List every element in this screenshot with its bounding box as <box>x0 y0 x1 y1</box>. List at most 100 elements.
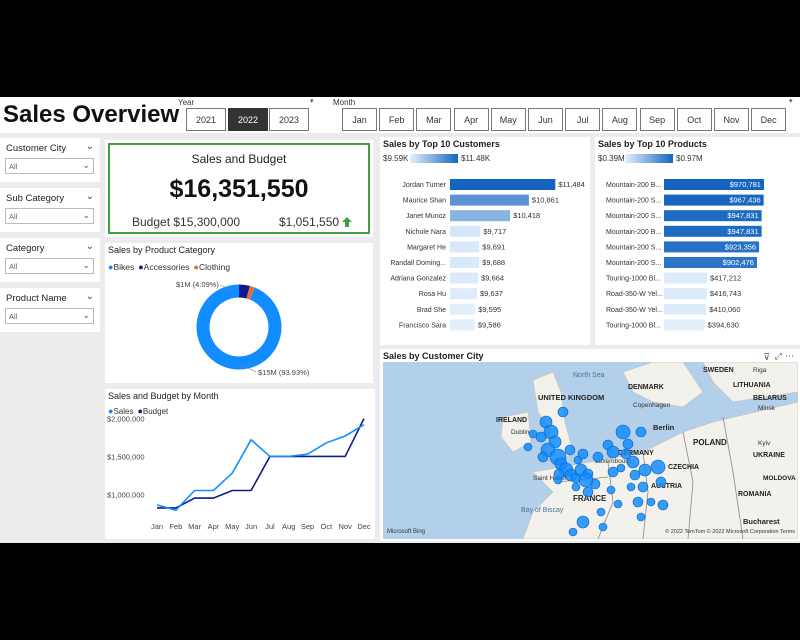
bar[interactable] <box>450 319 475 331</box>
donut-slice-clothing[interactable] <box>246 285 255 300</box>
month-button-dec[interactable]: Dec <box>751 108 787 131</box>
map-bubble[interactable] <box>557 406 569 418</box>
month-button-may[interactable]: May <box>490 108 526 131</box>
map-bubble[interactable] <box>606 445 620 459</box>
bar[interactable] <box>450 288 478 300</box>
filter-product-name: Product Name ⌄ All ⌄ <box>0 288 100 332</box>
map-bubble[interactable] <box>646 497 656 507</box>
bubble-map[interactable]: North Sea UNITED KINGDOM IRELAND Dublin Cope… <box>383 362 798 539</box>
map-bubble[interactable] <box>577 448 589 460</box>
map-bubble[interactable] <box>596 507 606 517</box>
month-button-feb[interactable]: Feb <box>379 108 415 131</box>
map-bubble[interactable] <box>592 451 604 463</box>
bar-category-label: Mountain-200 S... <box>606 244 661 251</box>
chevron-down-icon[interactable]: ⌄ <box>86 291 94 302</box>
map-bubble[interactable] <box>528 429 538 439</box>
map-bubble[interactable] <box>613 499 623 509</box>
month-button-nov[interactable]: Nov <box>714 108 749 131</box>
filter-title: Product Name <box>6 293 67 304</box>
chevron-down-icon[interactable]: ▾ <box>789 97 793 105</box>
map-bubble[interactable] <box>657 499 669 511</box>
bar[interactable] <box>664 272 707 284</box>
month-button-jan[interactable]: Jan <box>342 108 377 131</box>
donut-slice-accessories[interactable] <box>238 284 250 299</box>
map-bubble[interactable] <box>576 515 590 529</box>
bar-category-label: Mountain-200 S... <box>606 198 661 205</box>
x-tick-label: Jan <box>151 522 163 531</box>
year-button-2021[interactable]: 2021 <box>186 108 226 131</box>
year-button-2022[interactable]: 2022 <box>228 108 268 131</box>
map-bubble[interactable] <box>638 463 652 477</box>
map-bubble[interactable] <box>553 468 565 480</box>
filter-category: Category ⌄ All ⌄ <box>0 238 100 282</box>
map-bubble[interactable] <box>578 472 594 488</box>
bar-value-label: $9,717 <box>483 227 506 236</box>
map-bubble[interactable] <box>598 522 608 532</box>
filter-dropdown[interactable]: All ⌄ <box>5 208 94 224</box>
chevron-down-icon[interactable]: ▾ <box>310 97 314 105</box>
more-options-icon[interactable]: ⋯ <box>785 351 794 362</box>
year-button-2023[interactable]: 2023 <box>269 108 309 131</box>
map-bubble[interactable] <box>636 512 646 522</box>
map-bubble[interactable] <box>632 496 644 508</box>
line-series-sales[interactable] <box>156 423 365 512</box>
map-bubble[interactable] <box>622 438 634 450</box>
map-bubble[interactable] <box>535 431 547 443</box>
map-label: MOLDOVA <box>763 475 796 482</box>
focus-mode-icon[interactable]: ⤢ <box>775 351 782 362</box>
filter-dropdown[interactable]: All ⌄ <box>5 308 94 324</box>
map-bubble[interactable] <box>568 527 578 537</box>
bar[interactable] <box>664 303 707 315</box>
month-button-oct[interactable]: Oct <box>676 108 712 131</box>
top-products-bar-chart[interactable]: $0.39M $0.97M Mountain-200 B... $970,781 Mou… <box>595 137 800 345</box>
bar[interactable] <box>450 194 529 206</box>
map-bubble[interactable] <box>626 482 636 492</box>
chevron-down-icon[interactable]: ⌄ <box>86 241 94 252</box>
month-button-apr[interactable]: Apr <box>453 108 489 131</box>
donut-chart[interactable]: $1M (4.09%) $15M (93.93%) <box>105 243 373 383</box>
line-chart[interactable]: $2,000,000 $1,500,000 $1,000,000 Jan Feb Mar A… <box>105 389 375 539</box>
bar[interactable] <box>450 179 556 190</box>
chevron-down-icon[interactable]: ⌄ <box>86 141 94 152</box>
bar[interactable] <box>664 319 705 331</box>
map-bubble[interactable] <box>537 451 549 463</box>
top-customers-bar-chart[interactable]: $9.59K $11.48K Jordan Turner $11,484 Maurice… <box>380 137 590 345</box>
map-bubble[interactable] <box>615 424 631 440</box>
map-bubble[interactable] <box>564 444 576 456</box>
filter-dropdown[interactable]: All ⌄ <box>5 158 94 174</box>
donut-slice-bikes[interactable] <box>196 284 282 370</box>
month-button-mar[interactable]: Mar <box>416 108 452 131</box>
map-bubble[interactable] <box>655 476 667 488</box>
bar-value-label: $9,664 <box>481 274 504 283</box>
month-button-jun[interactable]: Jun <box>528 108 563 131</box>
bar[interactable] <box>450 225 481 237</box>
map-bubble[interactable] <box>607 466 619 478</box>
bar-category-label: Mountain-200 S... <box>606 260 661 267</box>
map-bubble[interactable] <box>571 482 581 492</box>
bar-value-label: $947,831 <box>727 227 758 236</box>
map-attribution[interactable]: © 2022 TomTom © 2022 Microsoft Corporati… <box>665 528 795 535</box>
product-category-card: Sales by Product Category ●Bikes ●Accesso… <box>105 243 373 383</box>
map-bubble[interactable] <box>635 426 647 438</box>
map-bubble[interactable] <box>637 481 649 493</box>
month-button-aug[interactable]: Aug <box>602 108 638 131</box>
map-bubble[interactable] <box>620 448 632 460</box>
line-series-budget[interactable] <box>157 418 365 509</box>
map-bubble[interactable] <box>650 459 666 475</box>
bar[interactable] <box>450 241 480 253</box>
map-bubble[interactable] <box>582 486 594 498</box>
month-button-sep[interactable]: Sep <box>639 108 675 131</box>
bar[interactable] <box>450 257 480 268</box>
bar[interactable] <box>450 210 511 222</box>
filter-dropdown[interactable]: All ⌄ <box>5 258 94 274</box>
map-bubble[interactable] <box>629 469 641 481</box>
bar[interactable] <box>664 288 707 300</box>
map-bubble[interactable] <box>523 442 533 452</box>
month-button-jul[interactable]: Jul <box>565 108 601 131</box>
map-label: DENMARK <box>628 384 664 391</box>
chevron-down-icon[interactable]: ⌄ <box>86 191 94 202</box>
bar[interactable] <box>450 272 479 284</box>
bar[interactable] <box>450 303 476 315</box>
map-bubble[interactable] <box>606 485 616 495</box>
map-bubble[interactable] <box>616 463 626 473</box>
